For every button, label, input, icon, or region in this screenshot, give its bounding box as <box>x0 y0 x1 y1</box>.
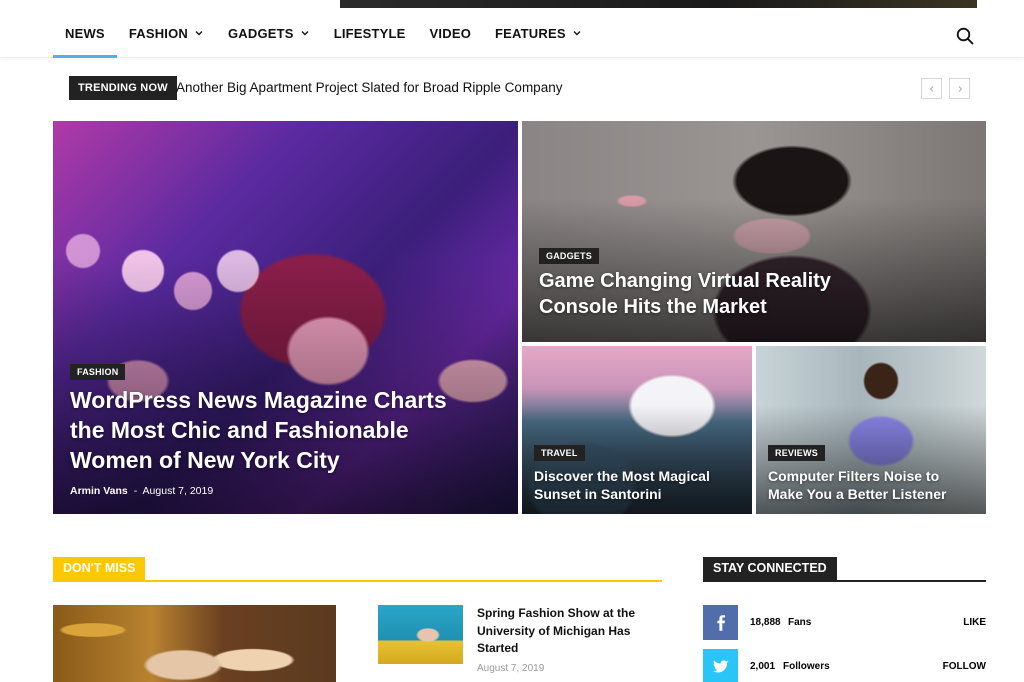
hero-bottom-right-title[interactable]: Computer Filters Noise to Make You a Bet… <box>768 467 978 503</box>
category-badge[interactable]: GADGETS <box>539 248 599 264</box>
nav-item-features[interactable]: FEATURES <box>483 8 594 58</box>
hero-bottom-left-article[interactable]: TRAVEL Discover the Most Magical Sunset … <box>522 346 752 514</box>
hero-bottom-right-article[interactable]: REVIEWS Computer Filters Noise to Make Y… <box>756 346 986 514</box>
chevron-left-icon <box>929 85 933 92</box>
nav-item-fashion[interactable]: FASHION <box>117 8 216 58</box>
trending-label: TRENDING NOW <box>69 76 177 100</box>
trending-next-button[interactable] <box>949 78 970 99</box>
nav-item-label: GADGETS <box>228 25 294 41</box>
nav-item-news[interactable]: NEWS <box>53 8 117 58</box>
nav-item-label: VIDEO <box>429 25 472 41</box>
chevron-right-icon <box>958 85 962 92</box>
search-icon[interactable] <box>955 26 975 46</box>
nav-menu: NEWS FASHION GADGETS LIFESTYLE VIDEO FEA… <box>53 8 594 58</box>
author-link[interactable]: Armin Vans <box>70 485 128 497</box>
hero-top-right-title[interactable]: Game Changing Virtual Reality Console Hi… <box>539 268 859 320</box>
facebook-like-button[interactable]: LIKE <box>963 605 986 640</box>
hero-main-article[interactable]: FASHION WordPress News Magazine Charts t… <box>53 121 518 514</box>
dont-miss-featured-image[interactable] <box>53 605 336 682</box>
facebook-row: 18,888 Fans LIKE <box>703 605 986 640</box>
nav-item-gadgets[interactable]: GADGETS <box>216 8 322 58</box>
nav-item-label: NEWS <box>65 25 105 41</box>
top-banner-ad[interactable] <box>340 0 977 8</box>
trending-bar: TRENDING NOW Another Big Apartment Proje… <box>53 76 971 100</box>
nav-item-label: LIFESTYLE <box>333 25 406 41</box>
twitter-follow-button[interactable]: FOLLOW <box>943 649 986 682</box>
facebook-icon[interactable] <box>703 605 738 640</box>
stay-connected-header: STAY CONNECTED <box>703 557 986 582</box>
dont-miss-article-title[interactable]: Spring Fashion Show at the University of… <box>477 605 657 658</box>
twitter-row: 2,001 Followers FOLLOW <box>703 649 986 682</box>
chevron-down-icon <box>195 31 203 36</box>
twitter-unit: Followers <box>783 661 830 672</box>
category-badge[interactable]: FASHION <box>70 364 126 380</box>
chevron-down-icon <box>301 31 309 36</box>
stay-connected-label: STAY CONNECTED <box>703 557 837 580</box>
article-meta: Armin Vans - August 7, 2019 <box>70 485 213 497</box>
category-badge[interactable]: REVIEWS <box>768 445 825 461</box>
category-badge[interactable]: TRAVEL <box>534 445 585 461</box>
article-date: August 7, 2019 <box>142 485 214 497</box>
dont-miss-article-thumbnail[interactable] <box>378 605 463 664</box>
hero-main-title[interactable]: WordPress News Magazine Charts the Most … <box>70 385 450 475</box>
meta-separator: - <box>133 485 138 497</box>
trending-headline-link[interactable]: Another Big Apartment Project Slated for… <box>176 76 562 100</box>
chevron-down-icon <box>573 31 581 36</box>
nav-item-label: FEATURES <box>495 25 566 41</box>
nav-item-video[interactable]: VIDEO <box>418 8 483 58</box>
nav-item-label: FASHION <box>128 25 188 41</box>
facebook-count: 18,888 <box>750 617 781 628</box>
dont-miss-header: DON'T MISS <box>53 557 662 582</box>
dont-miss-article-date: August 7, 2019 <box>477 663 545 674</box>
nav-item-lifestyle[interactable]: LIFESTYLE <box>322 8 418 58</box>
trending-prev-button[interactable] <box>921 78 942 99</box>
facebook-unit: Fans <box>788 617 812 628</box>
hero-bottom-left-title[interactable]: Discover the Most Magical Sunset in Sant… <box>534 467 744 503</box>
hero-top-right-article[interactable]: GADGETS Game Changing Virtual Reality Co… <box>522 121 986 342</box>
twitter-icon[interactable] <box>703 649 738 682</box>
twitter-count: 2,001 <box>750 661 776 672</box>
main-nav: NEWS FASHION GADGETS LIFESTYLE VIDEO FEA… <box>0 8 1024 58</box>
dont-miss-label: DON'T MISS <box>53 557 146 580</box>
